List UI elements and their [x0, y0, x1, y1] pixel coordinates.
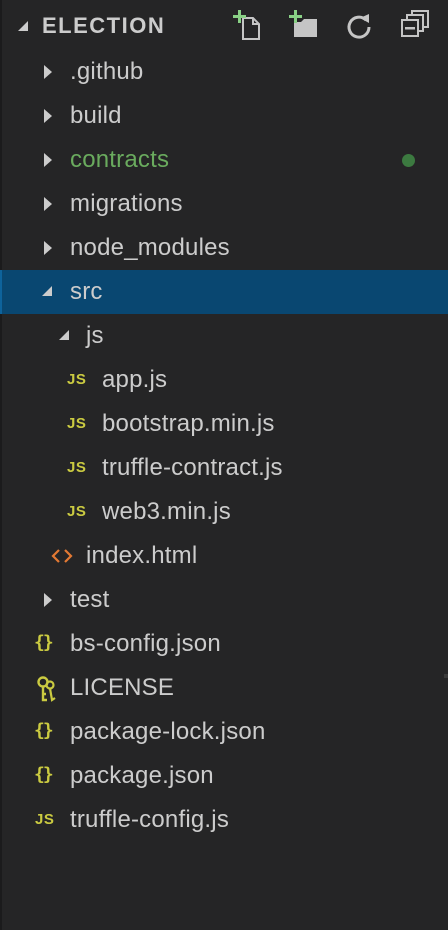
new-folder-icon — [289, 10, 317, 37]
tree-item-label: package.json — [70, 762, 214, 789]
chevron-right-icon — [44, 153, 52, 167]
tree-item-package-lock-json[interactable]: {} package-lock.json — [0, 710, 448, 754]
collapse-all-icon — [401, 10, 429, 37]
tree-item-label: contracts — [70, 146, 170, 173]
tree-item-test[interactable]: test — [0, 578, 448, 622]
tree-item-label: package-lock.json — [70, 718, 266, 745]
refresh-icon — [347, 14, 371, 39]
tree-item-index-html[interactable]: index.html — [0, 534, 448, 578]
json-file-icon: {} — [34, 632, 54, 653]
js-file-icon: JS — [35, 811, 55, 828]
new-folder-button[interactable] — [288, 8, 322, 42]
tree-item-bootstrap-min-js[interactable]: JS bootstrap.min.js — [0, 402, 448, 446]
tree-item-app-js[interactable]: JS app.js — [0, 358, 448, 402]
tree-item-label: truffle-config.js — [70, 806, 230, 833]
new-file-button[interactable] — [232, 8, 266, 42]
license-key-icon — [35, 676, 57, 707]
tree-item-build[interactable]: build — [0, 94, 448, 138]
chevron-down-icon — [59, 330, 69, 340]
tree-item-label: node_modules — [70, 234, 230, 261]
collapse-all-button[interactable] — [398, 8, 432, 42]
chevron-down-icon — [42, 286, 52, 296]
new-file-icon — [233, 10, 260, 40]
tree-item-package-json[interactable]: {} package.json — [0, 754, 448, 798]
chevron-right-icon — [44, 241, 52, 255]
explorer-header[interactable]: ELECTION — [0, 0, 448, 50]
html-file-icon — [51, 548, 73, 569]
tree-item-truffle-contract-js[interactable]: JS truffle-contract.js — [0, 446, 448, 490]
tree-item-web3-min-js[interactable]: JS web3.min.js — [0, 490, 448, 534]
json-file-icon: {} — [34, 720, 54, 741]
file-tree: .github build contracts migrations node_… — [0, 50, 448, 842]
git-modified-dot-icon — [402, 154, 415, 167]
workspace-title[interactable]: ELECTION — [42, 13, 165, 39]
tree-item-label: truffle-contract.js — [102, 454, 283, 481]
chevron-right-icon — [44, 65, 52, 79]
tree-item-node-modules[interactable]: node_modules — [0, 226, 448, 270]
tree-item-github[interactable]: .github — [0, 50, 448, 94]
tree-item-label: bs-config.json — [70, 630, 221, 657]
refresh-button[interactable] — [342, 8, 376, 42]
json-file-icon: {} — [34, 764, 54, 785]
tree-item-label: app.js — [102, 366, 168, 393]
tree-item-contracts[interactable]: contracts — [0, 138, 448, 182]
js-file-icon: JS — [67, 371, 87, 388]
chevron-right-icon — [44, 593, 52, 607]
tree-item-label: web3.min.js — [102, 498, 231, 525]
tree-item-bs-config-json[interactable]: {} bs-config.json — [0, 622, 448, 666]
tree-item-label: src — [70, 278, 103, 305]
tree-item-label: index.html — [86, 542, 198, 569]
tree-item-js-folder[interactable]: js — [0, 314, 448, 358]
tree-item-label: js — [86, 322, 104, 349]
collapse-section-icon[interactable] — [18, 21, 28, 31]
tree-item-src[interactable]: src — [0, 270, 448, 314]
js-file-icon: JS — [67, 459, 87, 476]
tree-item-label: test — [70, 586, 110, 613]
js-file-icon: JS — [67, 503, 87, 520]
js-file-icon: JS — [67, 415, 87, 432]
chevron-right-icon — [44, 197, 52, 211]
tree-item-label: migrations — [70, 190, 183, 217]
tree-item-license[interactable]: LICENSE — [0, 666, 448, 710]
tree-item-label: .github — [70, 58, 144, 85]
tree-item-label: build — [70, 102, 122, 129]
tree-item-label: bootstrap.min.js — [102, 410, 275, 437]
scrollbar-mark — [444, 674, 448, 678]
explorer-panel: ELECTION .github build contracts migrati… — [0, 0, 448, 930]
tree-item-migrations[interactable]: migrations — [0, 182, 448, 226]
tree-item-truffle-config-js[interactable]: JS truffle-config.js — [0, 798, 448, 842]
chevron-right-icon — [44, 109, 52, 123]
tree-item-label: LICENSE — [70, 674, 175, 701]
